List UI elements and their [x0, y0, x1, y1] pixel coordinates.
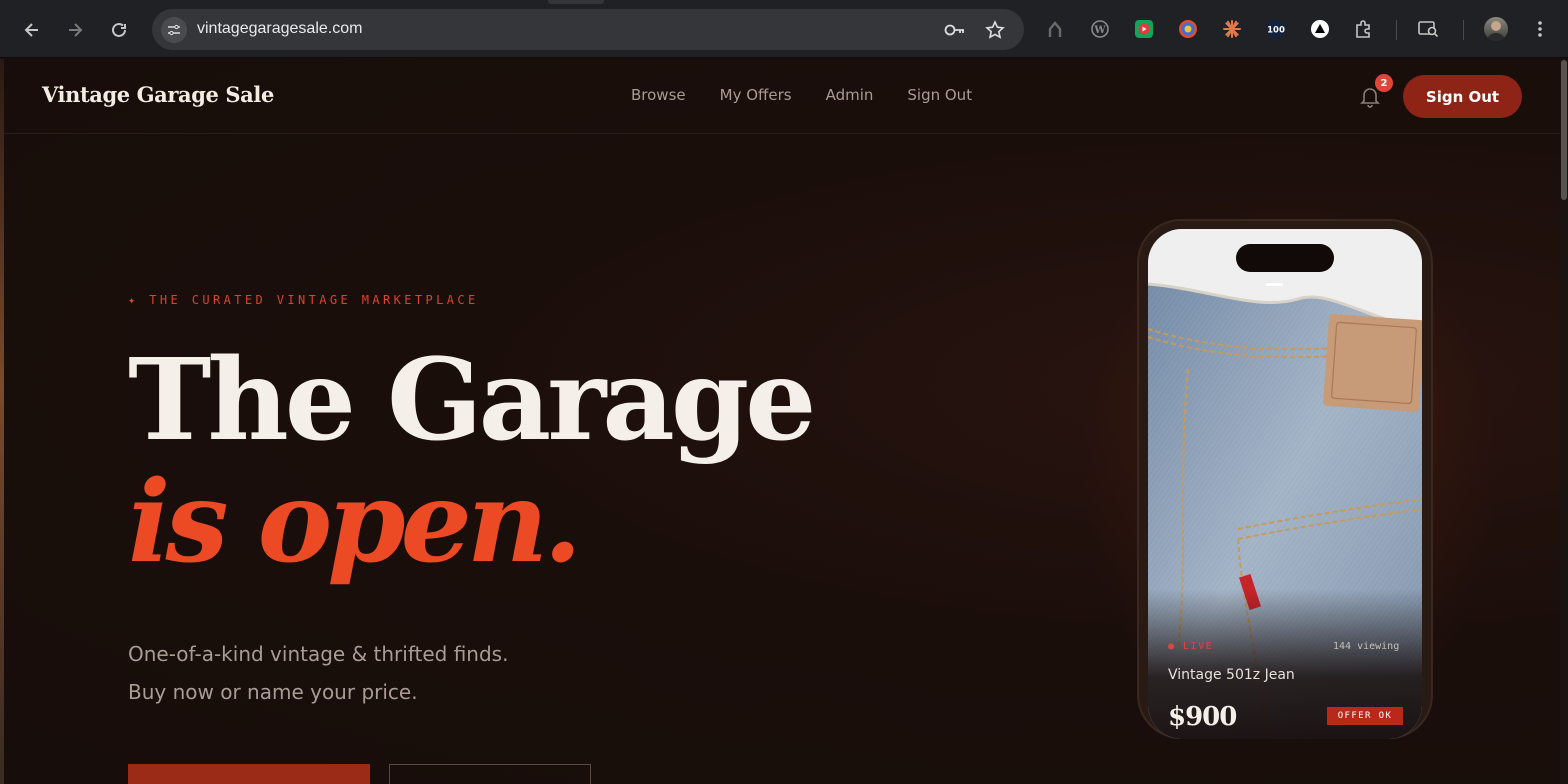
video-extension-icon[interactable] — [1133, 18, 1155, 40]
eyebrow-label: ✦ THE CURATED VINTAGE MARKETPLACE — [128, 293, 479, 307]
kebab-menu-icon[interactable] — [1529, 18, 1551, 40]
hero-subtitle-line: One-of-a-kind vintage & thrifted finds. — [128, 642, 509, 666]
nav-browse[interactable]: Browse — [631, 86, 686, 104]
color-picker-icon[interactable] — [1177, 18, 1199, 40]
browser-toolbar: vintagegaragesale.com W 100 — [0, 0, 1568, 58]
site-header: Vintage Garage Sale Browse My Offers Adm… — [4, 59, 1560, 134]
nav-admin[interactable]: Admin — [826, 86, 874, 104]
svg-text:W: W — [1093, 25, 1106, 36]
claude-icon[interactable] — [1221, 18, 1243, 40]
scrollbar-thumb[interactable] — [1561, 60, 1567, 200]
home-icon[interactable] — [1044, 18, 1066, 40]
url-text[interactable]: vintagegaragesale.com — [197, 20, 362, 38]
hero-subtitle-line: Buy now or name your price. — [128, 680, 418, 704]
sign-out-button[interactable]: Sign Out — [1403, 75, 1522, 118]
hero-subtitle: One-of-a-kind vintage & thrifted finds. … — [128, 635, 508, 711]
listing-title[interactable]: Vintage 501z Jean — [1168, 667, 1295, 683]
notification-badge: 2 — [1375, 74, 1393, 92]
address-bar[interactable]: vintagegaragesale.com — [152, 9, 1024, 50]
tab-search-icon[interactable] — [1418, 18, 1440, 40]
wordpress-icon[interactable]: W — [1089, 18, 1111, 40]
bookmark-star-icon[interactable] — [984, 19, 1006, 41]
key-icon[interactable] — [944, 19, 966, 41]
brand-logo[interactable]: Vintage Garage Sale — [42, 82, 274, 107]
phone-screen — [1148, 229, 1422, 739]
phone-notch — [1236, 244, 1334, 272]
toolbar-divider — [1396, 20, 1397, 40]
primary-cta-button[interactable] — [128, 764, 370, 784]
viewer-count: 144 viewing — [1333, 641, 1400, 652]
nav-my-offers[interactable]: My Offers — [720, 86, 792, 104]
active-tab-indicator — [548, 0, 604, 4]
avatar[interactable] — [1484, 17, 1508, 41]
reload-icon[interactable] — [105, 16, 133, 44]
100-badge-icon[interactable]: 100 — [1264, 18, 1288, 40]
live-indicator: ● LIVE — [1168, 641, 1214, 652]
listing-price: $900 — [1168, 702, 1237, 732]
hero-title: The Garage — [128, 335, 816, 466]
back-icon[interactable] — [18, 16, 46, 44]
puzzle-icon[interactable] — [1353, 18, 1375, 40]
forward-icon[interactable] — [61, 16, 89, 44]
toolbar-divider — [1463, 20, 1464, 40]
secondary-cta-button[interactable] — [389, 764, 591, 784]
status-indicator — [1266, 283, 1283, 286]
nav-sign-out[interactable]: Sign Out — [907, 86, 972, 104]
triangle-icon[interactable] — [1309, 18, 1331, 40]
main-nav: Browse My Offers Admin Sign Out — [631, 86, 1006, 104]
svg-text:100: 100 — [1267, 26, 1285, 36]
site-settings-icon[interactable] — [161, 17, 187, 43]
offer-ok-badge: OFFER OK — [1327, 707, 1403, 725]
hero-title-accent: is open. — [128, 457, 582, 588]
